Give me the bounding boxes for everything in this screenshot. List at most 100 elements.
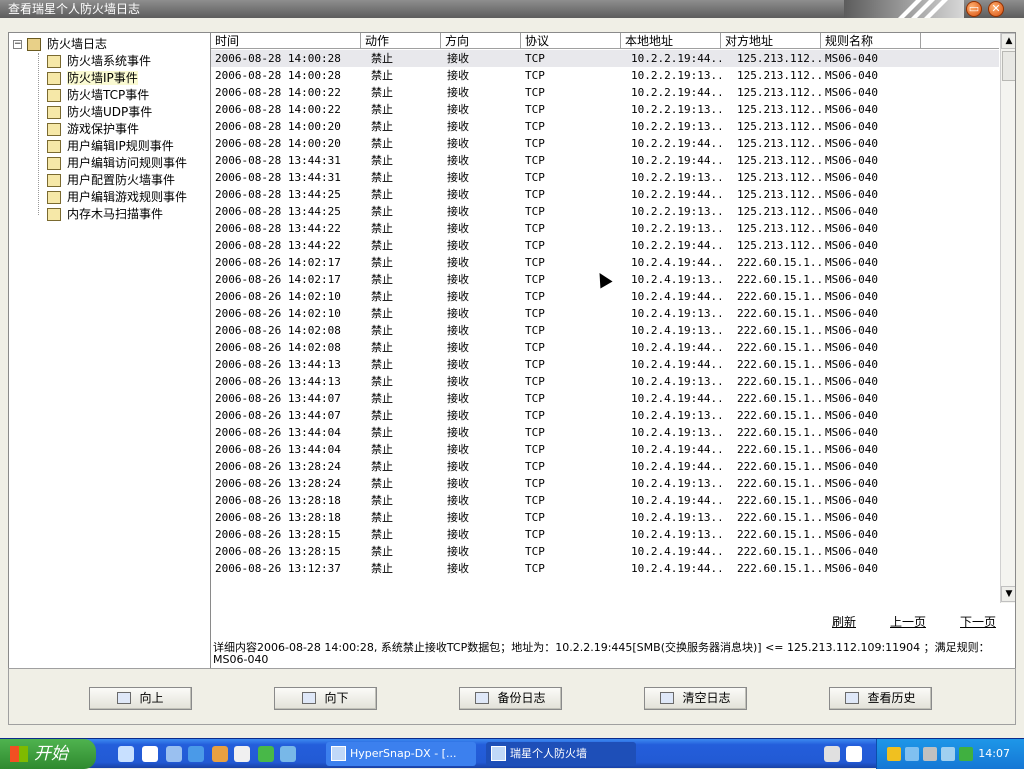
table-row[interactable]: 2006-08-26 13:44:13 禁止 接收 TCP 10.2.4.19:44..… [211,356,999,373]
qq-icon[interactable] [234,746,250,762]
tree-item[interactable]: 用户配置防火墙事件 [9,172,210,189]
table-row[interactable]: 2006-08-26 13:28:24 禁止 接收 TCP 10.2.4.19:44..… [211,458,999,475]
tree-item[interactable]: 用户编辑游戏规则事件 [9,189,210,206]
tree-item[interactable]: 用户编辑访问规则事件 [9,155,210,172]
table-row[interactable]: 2006-08-28 14:00:20 禁止 接收 TCP 10.2.2.19:13..… [211,118,999,135]
tree-item[interactable]: 防火墙TCP事件 [9,87,210,104]
tray-icon[interactable] [923,747,937,761]
down-button[interactable]: 向下 [274,687,377,710]
tree-root[interactable]: − 防火墙日志 [9,36,210,53]
scroll-down-icon[interactable]: ▼ [1001,586,1015,602]
tray-icon[interactable] [959,747,973,761]
cell-direction: 接收 [447,375,469,388]
table-row[interactable]: 2006-08-26 14:02:10 禁止 接收 TCP 10.2.4.19:13..… [211,305,999,322]
tray-icon[interactable] [941,747,955,761]
table-row[interactable]: 2006-08-28 13:44:31 禁止 接收 TCP 10.2.2.19:13..… [211,169,999,186]
view-history-button[interactable]: 查看历史 [829,687,932,710]
start-button[interactable]: 开始 [0,739,96,769]
clear-log-button[interactable]: 清空日志 [644,687,747,710]
vertical-scrollbar[interactable]: ▲ ▼ [1000,33,1015,603]
cell-local-address: 10.2.4.19:13... [631,409,721,422]
table-row[interactable]: 2006-08-26 13:12:37 禁止 接收 TCP 10.2.4.19:44..… [211,560,999,577]
table-row[interactable]: 2006-08-26 14:02:08 禁止 接收 TCP 10.2.4.19:13..… [211,322,999,339]
cell-remote-address: 222.60.15.1... [737,375,821,388]
restore-icon[interactable]: ▭ [966,1,982,17]
table-row[interactable]: 2006-08-28 14:00:28 禁止 接收 TCP 10.2.2.19:13..… [211,67,999,84]
tree-item[interactable]: 用户编辑IP规则事件 [9,138,210,155]
scroll-up-icon[interactable]: ▲ [1001,33,1015,49]
cell-time: 2006-08-26 14:02:10 [215,290,341,303]
task-firewall[interactable]: 瑞星个人防火墙 [486,742,636,766]
collapse-icon[interactable]: − [13,40,22,49]
table-row[interactable]: 2006-08-26 13:28:15 禁止 接收 TCP 10.2.4.19:44..… [211,543,999,560]
table-row[interactable]: 2006-08-28 13:44:31 禁止 接收 TCP 10.2.2.19:44..… [211,152,999,169]
cell-rule-name: MS06-040 [825,324,878,337]
table-row[interactable]: 2006-08-26 13:28:18 禁止 接收 TCP 10.2.4.19:44..… [211,492,999,509]
refresh-link[interactable]: 刷新 [832,613,856,630]
table-row[interactable]: 2006-08-26 14:02:08 禁止 接收 TCP 10.2.4.19:44..… [211,339,999,356]
table-row[interactable]: 2006-08-28 13:44:22 禁止 接收 TCP 10.2.2.19:44..… [211,237,999,254]
col-header-action[interactable]: 动作 [361,33,441,49]
cell-remote-address: 222.60.15.1... [737,290,821,303]
quicklaunch-icon[interactable] [212,746,228,762]
table-row[interactable]: 2006-08-28 14:00:28 禁止 接收 TCP 10.2.2.19:44..… [211,50,999,67]
tree-item[interactable]: 防火墙系统事件 [9,53,210,70]
table-row[interactable]: 2006-08-28 14:00:22 禁止 接收 TCP 10.2.2.19:44..… [211,84,999,101]
cell-local-address: 10.2.2.19:13... [631,171,721,184]
table-row[interactable]: 2006-08-28 13:44:25 禁止 接收 TCP 10.2.2.19:44..… [211,186,999,203]
ie-icon[interactable] [188,746,204,762]
cell-action: 禁止 [371,239,393,252]
cell-local-address: 10.2.4.19:13... [631,528,721,541]
col-header-time[interactable]: 时间 [211,33,361,49]
quicklaunch-icon[interactable] [280,746,296,762]
table-row[interactable]: 2006-08-26 13:44:04 禁止 接收 TCP 10.2.4.19:13..… [211,424,999,441]
table-row[interactable]: 2006-08-26 13:28:18 禁止 接收 TCP 10.2.4.19:13..… [211,509,999,526]
col-header-direction[interactable]: 方向 [441,33,521,49]
table-row[interactable]: 2006-08-26 13:44:04 禁止 接收 TCP 10.2.4.19:44..… [211,441,999,458]
cell-time: 2006-08-28 13:44:25 [215,205,341,218]
table-row[interactable]: 2006-08-26 13:44:07 禁止 接收 TCP 10.2.4.19:13..… [211,407,999,424]
media-player-icon[interactable] [142,746,158,762]
clock[interactable]: 14:07 [978,739,1010,769]
close-icon[interactable]: ✕ [988,1,1004,17]
window-titlebar[interactable]: 查看瑞星个人防火墙日志 ▭ ✕ [0,0,1024,22]
tree-item[interactable]: 游戏保护事件 [9,121,210,138]
quicklaunch-icon[interactable] [118,746,134,762]
col-header-rule-name[interactable]: 规则名称 [821,33,921,49]
cell-local-address: 10.2.2.19:44... [631,239,721,252]
quicklaunch-icon[interactable] [258,746,274,762]
table-row[interactable]: 2006-08-26 13:28:15 禁止 接收 TCP 10.2.4.19:13..… [211,526,999,543]
cell-rule-name: MS06-040 [825,375,878,388]
scroll-thumb[interactable] [1002,51,1015,81]
table-row[interactable]: 2006-08-26 13:44:07 禁止 接收 TCP 10.2.4.19:44..… [211,390,999,407]
tree-item[interactable]: 内存木马扫描事件 [9,206,210,223]
col-header-remote-address[interactable]: 对方地址 [721,33,821,49]
table-row[interactable]: 2006-08-28 13:44:25 禁止 接收 TCP 10.2.2.19:13..… [211,203,999,220]
table-row[interactable]: 2006-08-26 14:02:10 禁止 接收 TCP 10.2.4.19:44..… [211,288,999,305]
table-row[interactable]: 2006-08-26 13:28:24 禁止 接收 TCP 10.2.4.19:13..… [211,475,999,492]
col-header-protocol[interactable]: 协议 [521,33,621,49]
keyboard-icon[interactable] [824,746,840,762]
table-row[interactable]: 2006-08-28 13:44:22 禁止 接收 TCP 10.2.2.19:13..… [211,220,999,237]
help-icon[interactable] [846,746,862,762]
table-row[interactable]: 2006-08-26 13:44:13 禁止 接收 TCP 10.2.4.19:13..… [211,373,999,390]
up-button[interactable]: 向上 [89,687,192,710]
tray-icon[interactable] [887,747,901,761]
prev-page-link[interactable]: 上一页 [890,613,926,630]
cell-remote-address: 222.60.15.1... [737,443,821,456]
table-row[interactable]: 2006-08-28 14:00:20 禁止 接收 TCP 10.2.2.19:44..… [211,135,999,152]
log-tree: − 防火墙日志 防火墙系统事件 防火墙IP事件 防火墙TCP事件 防火墙UDP事件 游戏… [9,33,211,686]
tree-item[interactable]: 防火墙UDP事件 [9,104,210,121]
arrow-right-icon [302,692,317,704]
tree-item[interactable]: 防火墙IP事件 [9,70,210,87]
quicklaunch-icon[interactable] [166,746,182,762]
task-hypersnap[interactable]: HyperSnap-DX - [... [326,742,476,766]
network-icon[interactable] [905,747,919,761]
cell-rule-name: MS06-040 [825,154,878,167]
table-row[interactable]: 2006-08-28 14:00:22 禁止 接收 TCP 10.2.2.19:13..… [211,101,999,118]
cell-time: 2006-08-26 13:44:07 [215,392,341,405]
backup-log-button[interactable]: 备份日志 [459,687,562,710]
cell-remote-address: 125.213.112... [737,69,821,82]
col-header-local-address[interactable]: 本地地址 [621,33,721,49]
next-page-link[interactable]: 下一页 [960,613,996,630]
